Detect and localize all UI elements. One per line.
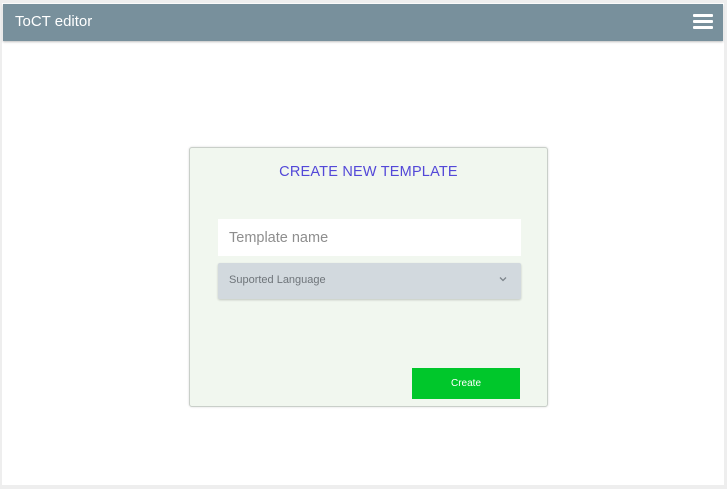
top-app-bar: ToCT editor <box>3 4 723 41</box>
card-title: CREATE NEW TEMPLATE <box>279 164 458 180</box>
hamburger-menu-icon[interactable] <box>693 14 715 31</box>
template-name-input[interactable] <box>218 219 521 256</box>
supported-language-label: Suported Language <box>229 274 326 286</box>
app-title: ToCT editor <box>15 13 93 30</box>
create-button[interactable]: Create <box>412 368 520 399</box>
create-template-card: CREATE NEW TEMPLATE Suported Language Cr… <box>189 147 548 407</box>
supported-language-select[interactable]: Suported Language <box>218 263 521 299</box>
chevron-down-icon <box>499 277 507 282</box>
